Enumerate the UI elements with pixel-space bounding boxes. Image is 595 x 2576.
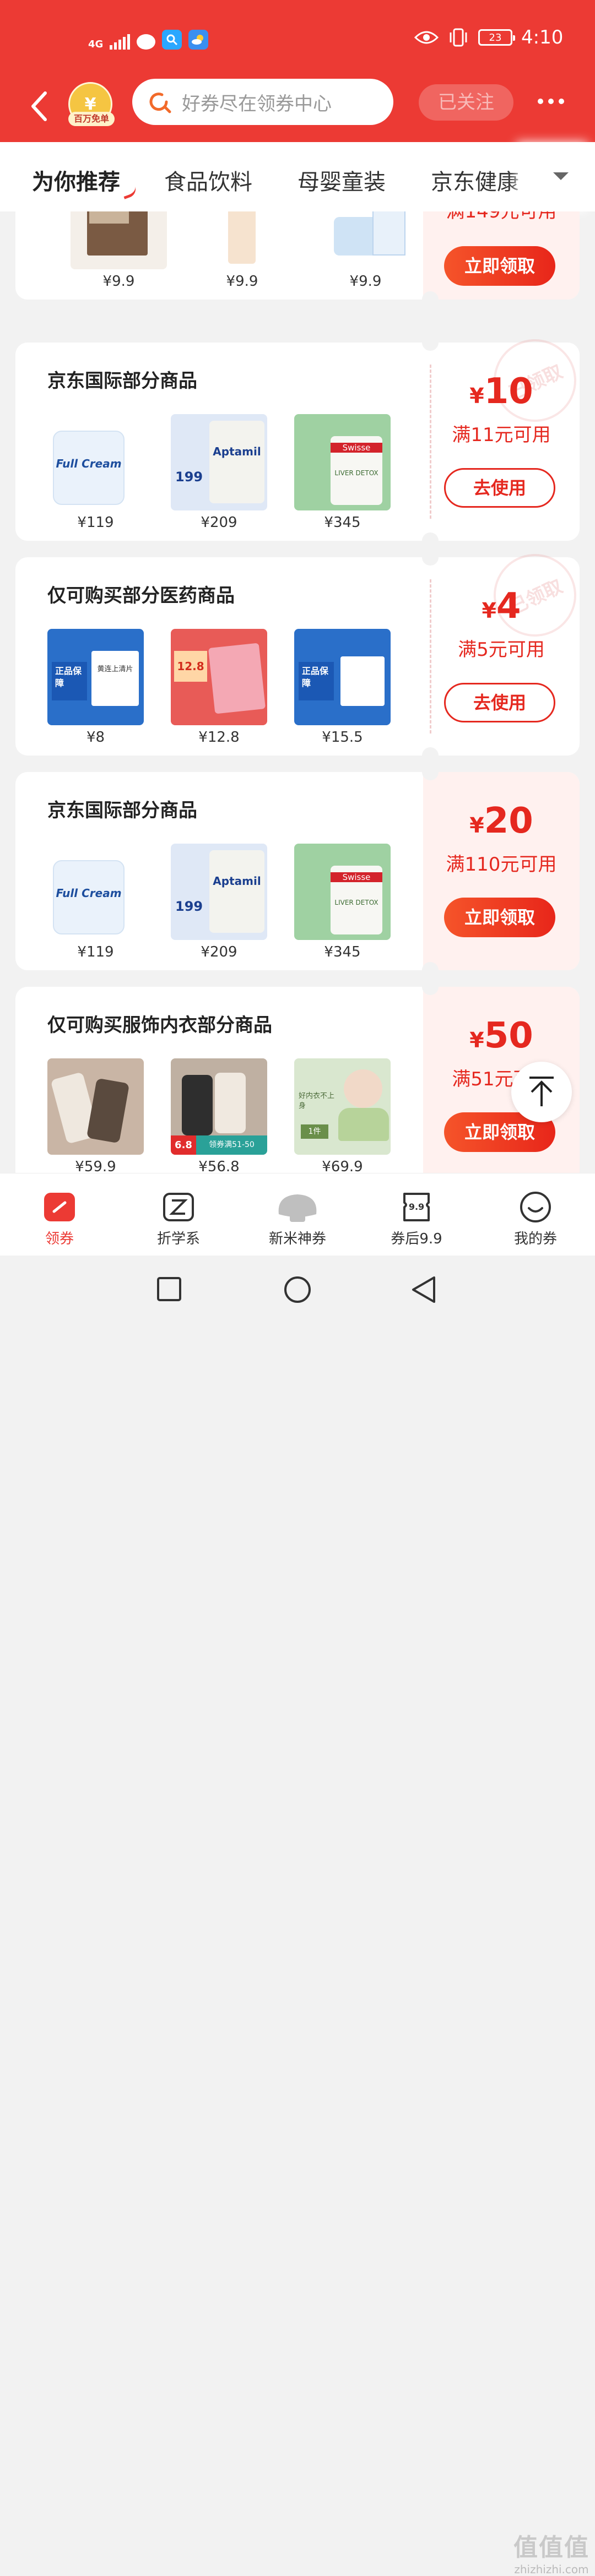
shell-icon	[278, 1194, 317, 1222]
coupon-card[interactable]: 已领取 仅可购买部分医药商品 正品保障 黄连上清片 12.8 正品保障 ¥8 ¥…	[15, 540, 590, 764]
search-placeholder: 好券尽在领券中心	[182, 93, 332, 115]
price-tag-icon: 9.9	[403, 1193, 430, 1221]
product-price: ¥8	[86, 729, 105, 746]
back-to-top-button[interactable]	[511, 1062, 572, 1122]
top-bar: ¥ 百万免单 好券尽在领券中心 已关注	[0, 74, 595, 140]
coupon-condition: 满11元可用	[452, 424, 551, 446]
search-icon	[149, 93, 171, 113]
product-image-full-cream[interactable]: Full Cream	[47, 414, 144, 510]
battery-level: 23	[489, 31, 502, 44]
arrow-up-icon	[529, 1077, 554, 1106]
product-price: ¥345	[324, 944, 361, 960]
product-price: ¥345	[324, 514, 361, 531]
use-coupon-button[interactable]: 去使用	[444, 683, 555, 722]
tab-discount[interactable]: 折学系	[123, 1190, 234, 1248]
coupon-condition: 满110元可用	[446, 854, 557, 876]
product-price: ¥9.9	[102, 273, 135, 290]
product-image-aptamil[interactable]: Aptamil 199	[171, 844, 267, 940]
product-price: ¥9.9	[349, 273, 382, 290]
watermark: 值值值 zhizhizhi.com	[513, 2534, 589, 2576]
product-price: ¥12.8	[198, 729, 240, 746]
product-image-swisse[interactable]: Swisse LIVER DETOX	[294, 844, 391, 940]
coupon-title: 仅可购买服饰内衣部分商品	[47, 1014, 272, 1036]
product-price: ¥119	[77, 514, 114, 531]
category-tabs: 为你推荐 食品饮料 母婴童装 京东健康	[0, 142, 595, 211]
active-tab-indicator	[121, 184, 138, 199]
network-type: 4G	[88, 39, 104, 50]
product-image-full-cream[interactable]: Full Cream	[47, 844, 144, 940]
chevron-down-icon[interactable]	[553, 172, 569, 188]
yen-coin-icon: ¥	[84, 94, 96, 114]
tab-food-drinks[interactable]: 食品饮料	[164, 164, 252, 196]
coupon-card[interactable]: 京东国际部分商品 Full Cream Aptamil 199 Swisse L…	[15, 764, 580, 979]
eye-icon	[414, 31, 439, 44]
follow-button[interactable]: 已关注	[419, 84, 513, 121]
product-price: ¥209	[201, 944, 237, 960]
product-price: ¥15.5	[322, 729, 363, 746]
product-price: ¥59.9	[75, 1159, 116, 1173]
clock: 4:10	[521, 26, 564, 48]
battery-icon: 23	[478, 29, 515, 46]
coupon-amount: ¥4	[482, 586, 521, 627]
tab-jd-health[interactable]: 京东健康	[431, 164, 519, 196]
product-image-masks[interactable]	[317, 211, 414, 269]
z-box-icon	[163, 1193, 194, 1221]
vibrate-icon	[450, 28, 467, 47]
tab-baby-kids[interactable]: 母婴童装	[298, 164, 386, 196]
home-icon[interactable]	[283, 1275, 312, 1304]
coupon-title: 仅可购买部分医药商品	[47, 585, 235, 607]
status-bar: 4G 23 4:10	[0, 0, 595, 74]
use-coupon-button[interactable]: 去使用	[444, 468, 555, 508]
product-image-bra[interactable]: 好内衣不上身 1件	[294, 1058, 391, 1155]
back-icon[interactable]	[410, 1275, 437, 1304]
product-image-serum[interactable]	[194, 211, 290, 269]
product-image-mask-pack[interactable]: 12.8	[171, 629, 267, 725]
product-price: ¥56.8	[198, 1159, 240, 1173]
coupon-amount: ¥10	[469, 371, 533, 412]
tab-recommend[interactable]: 为你推荐	[32, 164, 120, 196]
tab-after-coupon-9-9[interactable]: 9.9 券后9.9	[361, 1190, 472, 1248]
search-app-icon	[162, 30, 182, 50]
coupon-title: 京东国际部分商品	[47, 800, 197, 822]
search-bar[interactable]: 好券尽在领券中心	[132, 79, 393, 125]
back-arrow-icon[interactable]	[29, 89, 51, 124]
coupon-condition: 满149元可用	[446, 211, 557, 222]
coupon-list: ¥9.9 ¥9.9 ¥9.9 满149元可用 立即领取 已领取 京东国际部分商品…	[0, 211, 595, 1173]
coupon-title: 京东国际部分商品	[47, 370, 197, 392]
product-price: ¥119	[77, 944, 114, 960]
product-image-socks[interactable]	[47, 1058, 144, 1155]
weather-icon	[188, 30, 209, 50]
tab-new-coupons[interactable]: 新米神券	[242, 1190, 353, 1248]
tab-my-coupons[interactable]: 我的券	[480, 1190, 591, 1248]
product-image-medicine[interactable]: 正品保障 黄连上清片	[47, 629, 144, 725]
coupon-icon	[44, 1193, 75, 1221]
more-options-icon[interactable]	[538, 99, 564, 104]
product-image-aptamil[interactable]: Aptamil 199	[171, 414, 267, 510]
coupon-condition: 满5元可用	[458, 639, 545, 661]
product-image-socks-set[interactable]: 6.8 领券满51-50	[171, 1058, 267, 1155]
avatar-badge: 百万免单	[68, 112, 115, 126]
product-image-bandage[interactable]	[71, 211, 167, 269]
claim-button[interactable]: 立即领取	[444, 898, 555, 937]
svg-text:9.9: 9.9	[409, 1202, 424, 1212]
claim-button[interactable]: 立即领取	[444, 246, 555, 286]
coupon-card[interactable]: ¥9.9 ¥9.9 ¥9.9 满149元可用 立即领取	[15, 211, 580, 308]
recents-icon[interactable]	[156, 1276, 182, 1302]
coupon-amount: ¥50	[469, 1015, 533, 1056]
signal-icon	[110, 33, 131, 50]
bottom-tab-bar: 领券 折学系 新米神券 9.9 券后9.9 我的券	[0, 1173, 595, 1256]
product-image-swisse[interactable]: Swisse LIVER DETOX	[294, 414, 391, 510]
coupon-card[interactable]: 仅可购买服饰内衣部分商品 6.8 领券满51-50 好内衣不上身 1件 ¥59.…	[15, 979, 580, 1173]
coupon-amount: ¥20	[469, 801, 533, 841]
message-icon	[137, 34, 156, 50]
product-image-tablets[interactable]: 正品保障	[294, 629, 391, 725]
coupon-card[interactable]: 已领取 京东国际部分商品 Full Cream Aptamil 199 Swis…	[15, 325, 590, 549]
product-price: ¥209	[201, 514, 237, 531]
smile-icon	[520, 1192, 551, 1222]
tab-coupons[interactable]: 领券	[4, 1190, 115, 1248]
product-price: ¥9.9	[226, 273, 258, 290]
system-nav-bar: 值值值 zhizhizhi.com	[0, 1256, 595, 2576]
product-price: ¥69.9	[322, 1159, 363, 1173]
